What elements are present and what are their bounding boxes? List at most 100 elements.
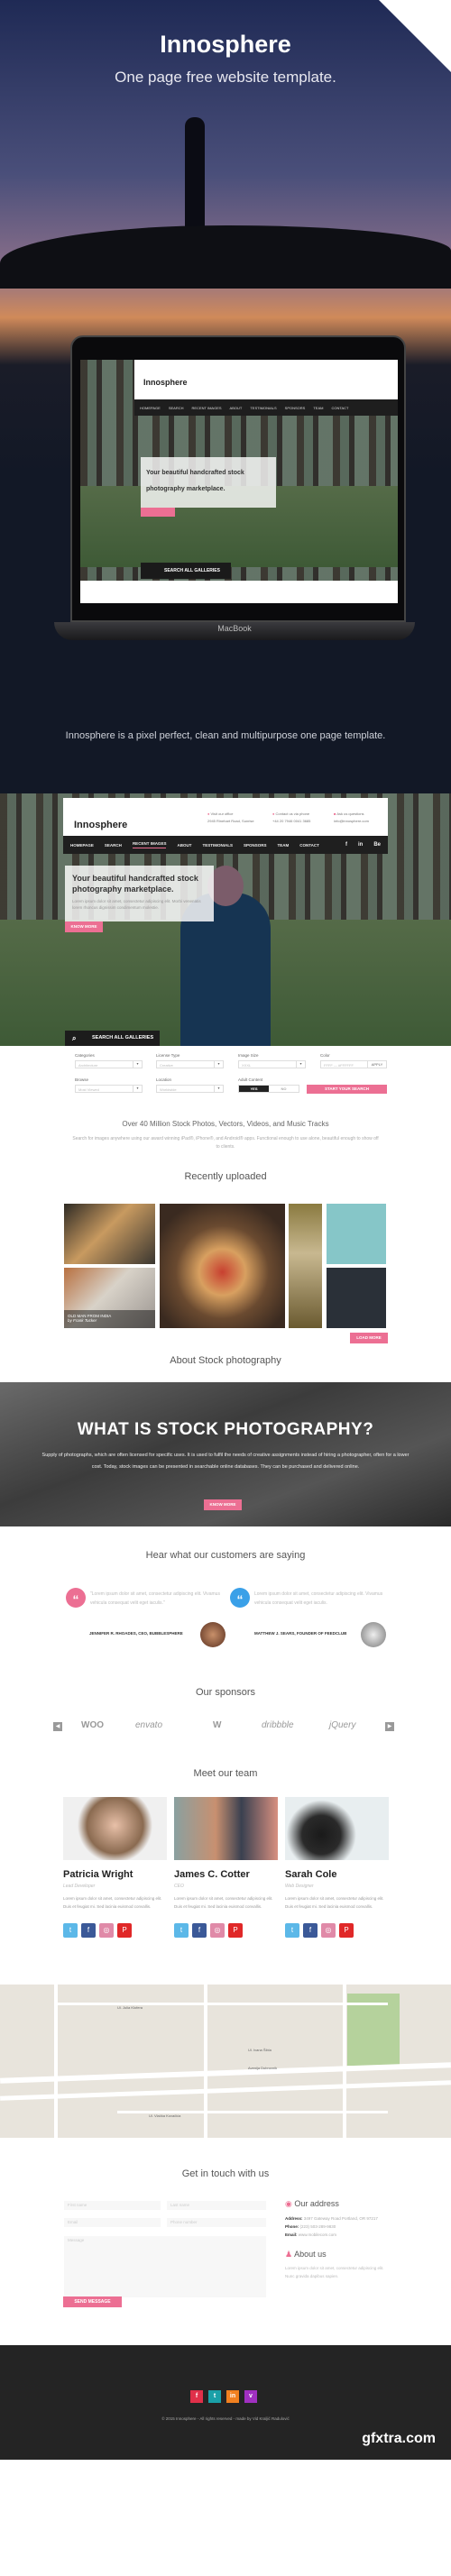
gallery-item[interactable] (289, 1204, 322, 1328)
dribbble-icon[interactable]: ◎ (99, 1923, 114, 1938)
email-value[interactable]: www.mobilecom.com (299, 2232, 336, 2237)
dribbble-icon[interactable]: ◎ (210, 1923, 225, 1938)
prev-arrow-icon[interactable]: ◀ (53, 1722, 62, 1731)
nav-testimonials[interactable]: TESTIMONIALS (202, 843, 233, 848)
chevron-down-icon: ▾ (214, 1086, 223, 1092)
last-name-input[interactable]: Last name (167, 2201, 266, 2210)
sponsor-jquery[interactable]: jQuery (329, 1720, 355, 1730)
hero-heading: Your beautiful handcrafted stock photogr… (72, 874, 198, 894)
send-message-button[interactable]: SEND MESSAGE (63, 2296, 122, 2307)
facebook-icon[interactable]: f (303, 1923, 318, 1938)
location-select[interactable]: Worldwide ▾ (156, 1085, 224, 1093)
size-select[interactable]: XXXL ▾ (238, 1060, 306, 1068)
start-search-button[interactable]: START YOUR SEARCH (307, 1085, 387, 1094)
load-more-button[interactable]: LOAD MORE (350, 1333, 388, 1343)
contact-email: ■ Ask us questions info@innosphere.com (334, 811, 369, 825)
categories-select[interactable]: Architecture ▾ (75, 1060, 143, 1068)
pinterest-icon[interactable]: P (339, 1923, 354, 1938)
about-us-title: About us (294, 2250, 327, 2259)
twitter-icon[interactable]: t (208, 2390, 221, 2403)
contact-label: Ask us questions (336, 811, 364, 816)
sponsor-envato[interactable]: envato (135, 1720, 162, 1730)
twitter-icon[interactable]: t (174, 1923, 189, 1938)
linkedin-icon[interactable]: in (358, 842, 363, 848)
nav-team[interactable]: TEAM (277, 843, 289, 848)
hero-subtitle: One page free website template. (115, 69, 336, 86)
contact-office: ● Visit our office 2945 Rinehart Road, Su… (207, 811, 254, 825)
about-title-section: About Stock photography (0, 1342, 451, 1382)
laptop-base: MacBook (54, 622, 415, 640)
street-label: Ul. Vlačka Kovačića (149, 2113, 181, 2118)
vimeo-icon[interactable]: v (244, 2390, 257, 2403)
message-textarea[interactable]: Message (64, 2236, 266, 2297)
laptop-screen: Innosphere HOMEPAGE SEARCH RECENT IMAGES… (80, 360, 398, 603)
contact-value[interactable]: info@innosphere.com (334, 819, 369, 823)
color-value: FFFF — #FFFFFF (324, 1063, 354, 1068)
sponsor-wordpress[interactable]: W (213, 1720, 221, 1730)
chevron-down-icon: ▾ (296, 1061, 305, 1068)
first-name-input[interactable]: First name (64, 2201, 161, 2210)
nav-contact[interactable]: CONTACT (299, 843, 319, 848)
hero-description: Innosphere is a pixel perfect, clean and… (65, 730, 386, 741)
map-road (204, 1985, 207, 2138)
sponsor-woo[interactable]: WOO (81, 1720, 104, 1730)
next-arrow-icon[interactable]: ▶ (385, 1722, 394, 1731)
about-title: About Stock photography (170, 1355, 281, 1366)
browse-label: Browse (75, 1077, 89, 1082)
contact-value: 2945 Rinehart Road, Sunrise (207, 819, 254, 823)
mini-header: Innosphere (134, 360, 398, 399)
facebook-icon[interactable]: f (345, 842, 347, 848)
nav-about[interactable]: ABOUT (177, 843, 191, 848)
email-input[interactable]: Email (64, 2218, 161, 2227)
linkedin-icon[interactable]: in (226, 2390, 239, 2403)
facebook-icon[interactable]: f (192, 1923, 207, 1938)
map-road (54, 1985, 58, 2138)
contact-label: Visit our office (210, 811, 234, 816)
about-know-more-button[interactable]: KNOW MORE (204, 1499, 242, 1510)
address-title: Our address (294, 2199, 339, 2208)
sponsor-dribbble[interactable]: dribbble (262, 1720, 294, 1730)
pinterest-icon[interactable]: P (228, 1923, 243, 1938)
nav-homepage[interactable]: HOMEPAGE (70, 843, 94, 848)
dribbble-icon[interactable]: ◎ (321, 1923, 336, 1938)
adult-no[interactable]: NO (269, 1086, 299, 1092)
know-more-button[interactable]: KNOW MORE (65, 921, 103, 932)
categories-label: Categories (75, 1053, 95, 1058)
about-heading: WHAT IS STOCK PHOTOGRAPHY? (77, 1420, 374, 1439)
color-input[interactable]: FFFF — #FFFFFF APPLY (320, 1060, 387, 1068)
pinterest-icon[interactable]: P (117, 1923, 132, 1938)
facebook-icon[interactable]: f (81, 1923, 96, 1938)
browse-select[interactable]: Most Viewed ▾ (75, 1085, 143, 1093)
testimonial-author: MATTHEW J. SEARS, FOUNDER OF FEEDCLUB (254, 1631, 347, 1636)
map[interactable]: Avenija Dubrovnik Ul. Ivana Šibla Ul. Ju… (0, 1985, 451, 2138)
license-select[interactable]: Creative ▾ (156, 1060, 224, 1068)
size-label: Image Size (238, 1053, 259, 1058)
mini-nav-item: CONTACT (331, 405, 349, 410)
apply-button[interactable]: APPLY (367, 1061, 386, 1068)
twitter-icon[interactable]: t (63, 1923, 78, 1938)
mini-nav: HOMEPAGE SEARCH RECENT IMAGES ABOUT TEST… (134, 399, 398, 416)
quote-icon: “ (230, 1588, 250, 1608)
location-icon: ◉ (285, 2199, 292, 2208)
gallery-item[interactable] (160, 1204, 285, 1328)
phone-input[interactable]: Phone number (167, 2218, 266, 2227)
gallery-item[interactable] (327, 1204, 386, 1264)
search-all-galleries-button[interactable]: ⌕ SEARCH ALL GALLERIES (65, 1031, 160, 1046)
map-road (0, 2080, 451, 2101)
silhouette (185, 117, 205, 243)
gallery-item[interactable] (327, 1268, 386, 1328)
twitter-icon[interactable]: t (285, 1923, 299, 1938)
behance-icon[interactable]: Be (373, 842, 381, 848)
location-value: Worldwide (160, 1087, 177, 1092)
mini-nav-item: SEARCH (168, 405, 184, 410)
nav-search[interactable]: SEARCH (105, 843, 122, 848)
nav-sponsors[interactable]: SPONSORS (244, 843, 267, 848)
site-logo[interactable]: Innosphere (74, 820, 127, 830)
team-card: Sarah Cole Web Designer Lorem ipsum dolo… (285, 1797, 389, 1938)
nav-recent-images[interactable]: RECENT IMAGES (132, 841, 167, 848)
facebook-icon[interactable]: f (190, 2390, 203, 2403)
gallery-item[interactable] (64, 1204, 155, 1264)
gallery-item[interactable]: OLD MAN FROM INDIA by Frank Tucker (64, 1268, 155, 1328)
adult-yes[interactable]: YES (239, 1086, 269, 1092)
site-header: Innosphere ● Visit our office 2945 Rineha… (63, 798, 388, 836)
